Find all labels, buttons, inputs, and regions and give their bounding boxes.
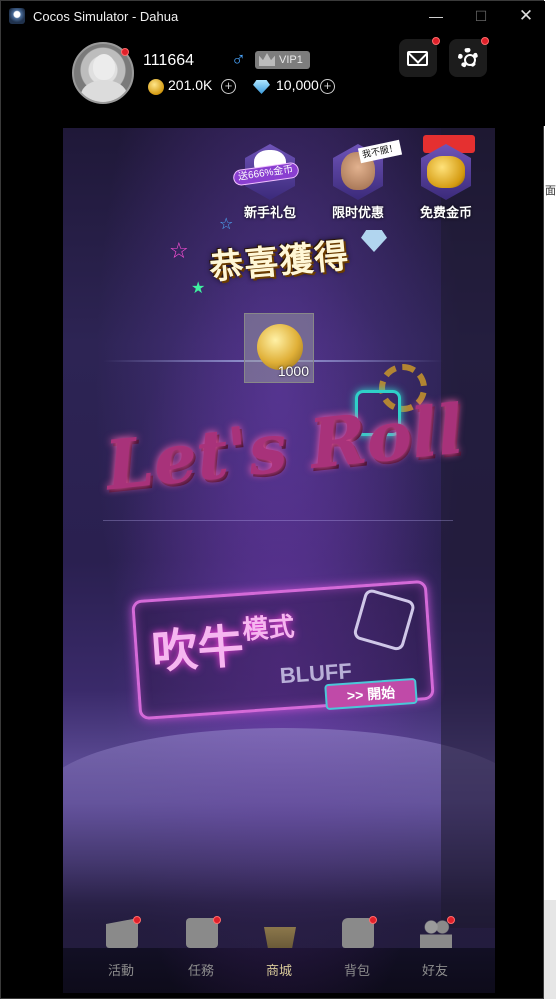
promo-label: 限时优惠 bbox=[331, 205, 384, 220]
free-coins-button[interactable]: 免费金币 bbox=[413, 135, 479, 224]
reward-amount: 1000 bbox=[277, 363, 309, 379]
title-bar[interactable]: Cocos Simulator - Dahua — ☐ ✕ bbox=[1, 1, 545, 31]
nav-label: 背包 bbox=[343, 963, 370, 978]
avatar-notification-dot bbox=[121, 48, 129, 56]
nav-item-activity[interactable]: 活動 bbox=[91, 916, 151, 988]
star-icon: ☆ bbox=[219, 216, 234, 233]
user-header: 111664 ♂ VIP1 201.0K + 10,000 + bbox=[11, 31, 545, 126]
male-gender-icon: ♂ bbox=[231, 49, 246, 71]
nav-item-shop[interactable]: 商城 bbox=[249, 918, 309, 988]
simulator-window: Cocos Simulator - Dahua — ☐ ✕ 111664 ♂ V… bbox=[0, 0, 545, 999]
notification-dot bbox=[213, 916, 221, 924]
bottom-navigation: 活動 任務 商城 背包 好友 bbox=[63, 908, 495, 993]
shop-icon bbox=[264, 927, 296, 948]
settings-notification-dot bbox=[481, 37, 489, 45]
reward-item[interactable]: 1000 bbox=[244, 313, 314, 383]
notification-dot bbox=[369, 916, 377, 924]
game-viewport: 送666%金币 新手礼包 我不服！ 限时优惠 免费金币 ☆ ☆ ★ 恭喜獲得 1… bbox=[63, 128, 495, 993]
minimize-button[interactable]: — bbox=[421, 5, 451, 27]
star-icon: ☆ bbox=[169, 238, 189, 263]
lets-roll-banner: Let's Roll bbox=[101, 389, 467, 507]
close-button[interactable]: ✕ bbox=[511, 5, 541, 27]
banner-divider bbox=[103, 520, 453, 521]
nav-item-friends[interactable]: 好友 bbox=[405, 916, 465, 988]
promo-label: 新手礼包 bbox=[243, 205, 296, 220]
nav-label: 商城 bbox=[265, 963, 292, 978]
avatar-body-shape bbox=[81, 80, 127, 102]
mail-button[interactable] bbox=[399, 39, 437, 77]
reward-title: 恭喜獲得 bbox=[207, 236, 351, 288]
window-title: Cocos Simulator - Dahua bbox=[33, 9, 179, 24]
avatar-head-shape bbox=[93, 54, 115, 80]
settings-button[interactable] bbox=[449, 39, 487, 77]
coin-icon bbox=[148, 79, 164, 95]
bluff-mode-title: 吹牛模式 bbox=[150, 611, 296, 679]
dice-icon bbox=[351, 587, 417, 653]
promo-label: 免费金币 bbox=[419, 205, 472, 220]
coin-balance: 201.0K bbox=[168, 77, 213, 93]
nav-label: 好友 bbox=[421, 963, 448, 978]
mail-notification-dot bbox=[432, 37, 440, 45]
desktop-text: 面 bbox=[545, 184, 556, 197]
nav-label: 任務 bbox=[187, 963, 214, 978]
gear-icon bbox=[458, 48, 478, 68]
nav-item-tasks[interactable]: 任務 bbox=[171, 916, 231, 988]
vip-badge[interactable]: VIP1 bbox=[255, 51, 310, 69]
limited-offer-button[interactable]: 我不服！ 限时优惠 bbox=[325, 139, 403, 224]
notification-dot bbox=[447, 916, 455, 924]
desktop-background-right: 面 bbox=[542, 0, 556, 999]
mail-icon bbox=[407, 51, 428, 66]
add-diamonds-button[interactable]: + bbox=[320, 79, 335, 94]
notification-dot bbox=[133, 916, 141, 924]
diamond-balance: 10,000 bbox=[276, 77, 319, 93]
crown-icon bbox=[259, 53, 275, 66]
cocos-app-icon bbox=[9, 8, 25, 24]
side-shadow bbox=[441, 128, 495, 928]
newbie-pack-button[interactable]: 送666%金币 新手礼包 bbox=[232, 144, 303, 224]
diamond-icon bbox=[361, 230, 387, 252]
add-coins-button[interactable]: + bbox=[221, 79, 236, 94]
diamond-icon bbox=[253, 80, 270, 94]
coins-stack-icon bbox=[427, 156, 465, 188]
nav-label: 活動 bbox=[107, 963, 134, 978]
star-icon: ★ bbox=[191, 280, 206, 297]
username: 111664 bbox=[143, 52, 195, 69]
start-button[interactable]: >> 開始 bbox=[324, 677, 418, 711]
maximize-button[interactable]: ☐ bbox=[466, 5, 496, 27]
vip-level: VIP1 bbox=[279, 54, 303, 66]
nav-item-bag[interactable]: 背包 bbox=[327, 916, 387, 988]
